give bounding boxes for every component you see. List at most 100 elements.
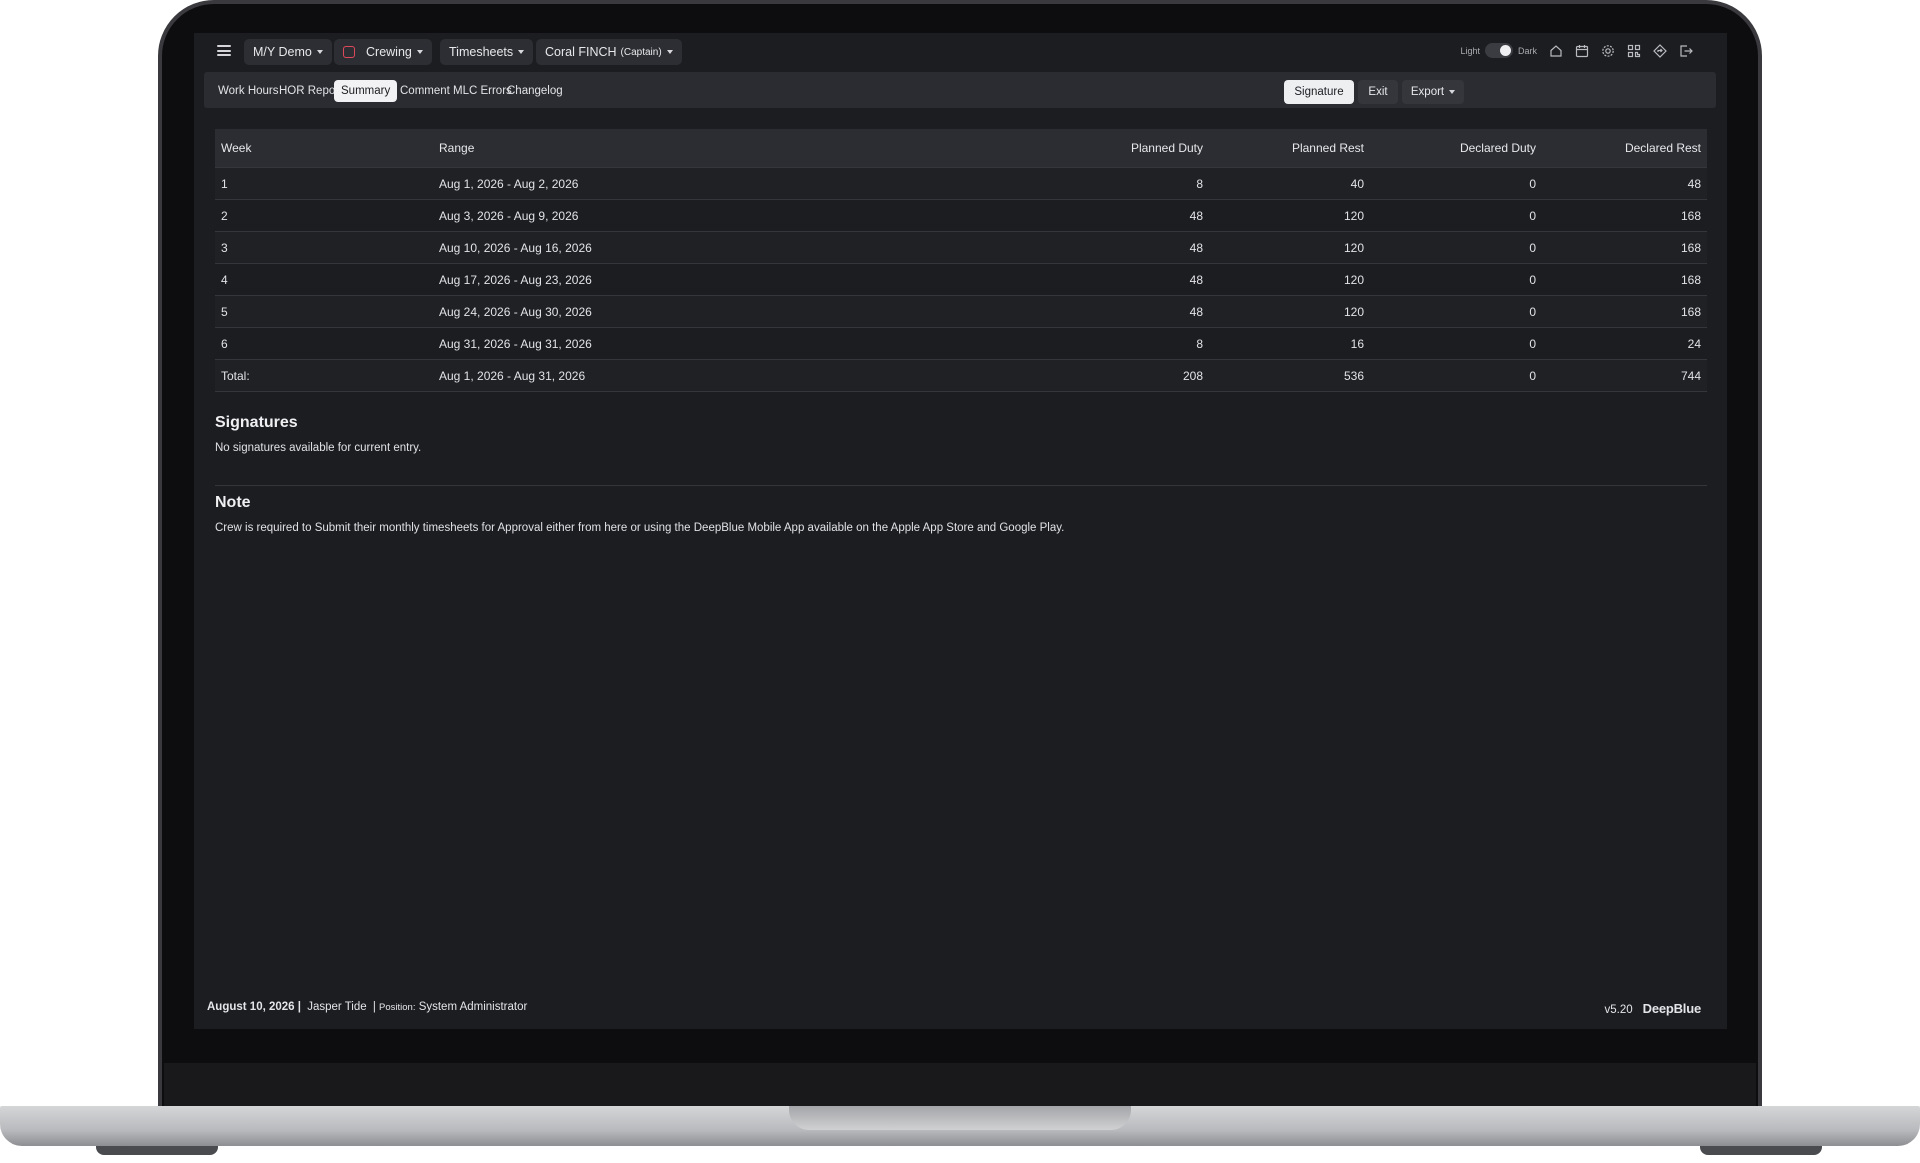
table-row: 2 Aug 3, 2026 - Aug 9, 2026 48 120 0 168 <box>215 199 1707 232</box>
cell-declared-duty: 0 <box>1370 327 1542 360</box>
tab-summary[interactable]: Summary <box>334 80 398 102</box>
cell-declared-duty: 0 <box>1370 231 1542 264</box>
chevron-down-icon <box>666 50 673 54</box>
table-row: 3 Aug 10, 2026 - Aug 16, 2026 48 120 0 1… <box>215 231 1707 264</box>
vessel-label: M/Y Demo <box>253 45 312 59</box>
chevron-down-icon <box>316 50 323 54</box>
cell-planned-duty: 48 <box>1023 263 1209 296</box>
cell-range: Aug 31, 2026 - Aug 31, 2026 <box>433 327 1023 360</box>
timesheet-tabs-bar: Work Hours HOR Report Summary Comment ML… <box>204 72 1716 108</box>
cell-planned-duty: 48 <box>1023 231 1209 264</box>
logout-icon[interactable] <box>1679 44 1693 58</box>
note-heading: Note <box>215 494 251 511</box>
laptop-foot-left <box>96 1146 218 1155</box>
status-footer: August 10, 2026 | Jasper Tide | Position… <box>207 1001 527 1013</box>
table-header-row: Week Range Planned Duty Planned Rest Dec… <box>215 129 1707 168</box>
cell-week: 3 <box>215 231 433 264</box>
table-total-row: Total: Aug 1, 2026 - Aug 31, 2026 208 53… <box>215 359 1707 392</box>
table-row: 1 Aug 1, 2026 - Aug 2, 2026 8 40 0 48 <box>215 167 1707 200</box>
column-header-week: Week <box>215 129 433 168</box>
cell-week: 1 <box>215 167 433 200</box>
column-header-planned-rest: Planned Rest <box>1209 129 1370 168</box>
cell-declared-duty: 0 <box>1370 295 1542 328</box>
theme-switch[interactable]: Light Dark <box>1460 43 1537 58</box>
cell-declared-rest: 168 <box>1542 231 1707 264</box>
qr-code-icon[interactable] <box>1627 44 1641 58</box>
app-version: v5.20 <box>1604 1004 1633 1016</box>
footer-date: August 10, 2026 | <box>207 1001 301 1013</box>
cell-declared-rest: 48 <box>1542 167 1707 200</box>
cell-planned-rest: 120 <box>1209 295 1370 328</box>
chevron-down-icon <box>1449 90 1456 94</box>
cell-declared-duty: 0 <box>1370 263 1542 296</box>
theme-toggle[interactable] <box>1484 43 1513 58</box>
calendar-icon[interactable] <box>1575 44 1589 58</box>
cell-total-label: Total: <box>215 359 433 392</box>
cell-range: Aug 3, 2026 - Aug 9, 2026 <box>433 199 1023 232</box>
cell-planned-rest: 40 <box>1209 167 1370 200</box>
cell-declared-rest: 24 <box>1542 327 1707 360</box>
footer-position-label: Position: <box>379 1002 416 1013</box>
export-button[interactable]: Export <box>1402 80 1464 104</box>
crew-member-dropdown[interactable]: Coral FINCH (Captain) <box>536 39 682 65</box>
app-screen: M/Y Demo Crewing Timesheets Coral FINCH … <box>194 33 1727 1029</box>
cell-range: Aug 24, 2026 - Aug 30, 2026 <box>433 295 1023 328</box>
vessel-dropdown[interactable]: M/Y Demo <box>244 39 332 65</box>
cell-planned-rest: 536 <box>1209 359 1370 392</box>
module-label: Crewing <box>366 45 412 59</box>
table-row: 5 Aug 24, 2026 - Aug 30, 2026 48 120 0 1… <box>215 295 1707 328</box>
cell-planned-duty: 48 <box>1023 295 1209 328</box>
cell-planned-duty: 8 <box>1023 327 1209 360</box>
cell-range: Aug 17, 2026 - Aug 23, 2026 <box>433 263 1023 296</box>
gear-icon[interactable] <box>1601 44 1615 58</box>
table-row: 6 Aug 31, 2026 - Aug 31, 2026 8 16 0 24 <box>215 327 1707 360</box>
cell-declared-duty: 0 <box>1370 167 1542 200</box>
hamburger-menu-icon[interactable] <box>217 45 231 57</box>
laptop-base-notch <box>789 1106 1131 1130</box>
diamond-nav-icon[interactable] <box>1653 43 1667 58</box>
cell-week: 6 <box>215 327 433 360</box>
cell-range: Aug 1, 2026 - Aug 31, 2026 <box>433 359 1023 392</box>
footer-position: System Administrator <box>418 1001 528 1013</box>
column-header-declared-rest: Declared Rest <box>1542 129 1707 168</box>
crew-name: Coral FINCH <box>545 45 617 59</box>
footer-separator: | <box>372 1001 376 1013</box>
laptop-bezel <box>164 1063 1756 1109</box>
summary-table: Week Range Planned Duty Planned Rest Dec… <box>215 129 1707 392</box>
cell-planned-rest: 120 <box>1209 231 1370 264</box>
cell-declared-rest: 168 <box>1542 199 1707 232</box>
cell-range: Aug 1, 2026 - Aug 2, 2026 <box>433 167 1023 200</box>
clock-icon <box>343 46 355 58</box>
theme-dark-label: Dark <box>1517 45 1537 56</box>
column-header-planned-duty: Planned Duty <box>1023 129 1209 168</box>
crew-role: (Captain) <box>620 46 662 58</box>
brand-logo: DeepBlue <box>1642 1001 1702 1016</box>
signatures-text: No signatures available for current entr… <box>215 442 422 454</box>
cell-declared-duty: 0 <box>1370 199 1542 232</box>
column-header-declared-duty: Declared Duty <box>1370 129 1542 168</box>
footer-user: Jasper Tide <box>307 1001 367 1013</box>
tab-changelog[interactable]: Changelog <box>500 80 570 102</box>
table-row: 4 Aug 17, 2026 - Aug 23, 2026 48 120 0 1… <box>215 263 1707 296</box>
note-text: Crew is required to Submit their monthly… <box>215 522 1065 534</box>
chevron-down-icon <box>518 50 525 54</box>
cell-planned-duty: 208 <box>1023 359 1209 392</box>
signatures-heading: Signatures <box>215 414 298 431</box>
home-icon[interactable] <box>1549 44 1563 58</box>
export-label: Export <box>1410 86 1445 98</box>
cell-planned-duty: 8 <box>1023 167 1209 200</box>
section-dropdown[interactable]: Timesheets <box>440 39 534 65</box>
exit-button[interactable]: Exit <box>1358 80 1398 104</box>
column-header-range: Range <box>433 129 1023 168</box>
cell-planned-rest: 16 <box>1209 327 1370 360</box>
signature-button[interactable]: Signature <box>1284 80 1354 104</box>
section-label: Timesheets <box>449 45 514 59</box>
cell-week: 2 <box>215 199 433 232</box>
toolbar-icons: Light Dark <box>1460 43 1693 58</box>
module-dropdown[interactable]: Crewing <box>334 39 432 65</box>
section-divider <box>215 485 1707 486</box>
chevron-down-icon <box>416 50 423 54</box>
cell-week: 4 <box>215 263 433 296</box>
cell-planned-duty: 48 <box>1023 199 1209 232</box>
cell-week: 5 <box>215 295 433 328</box>
